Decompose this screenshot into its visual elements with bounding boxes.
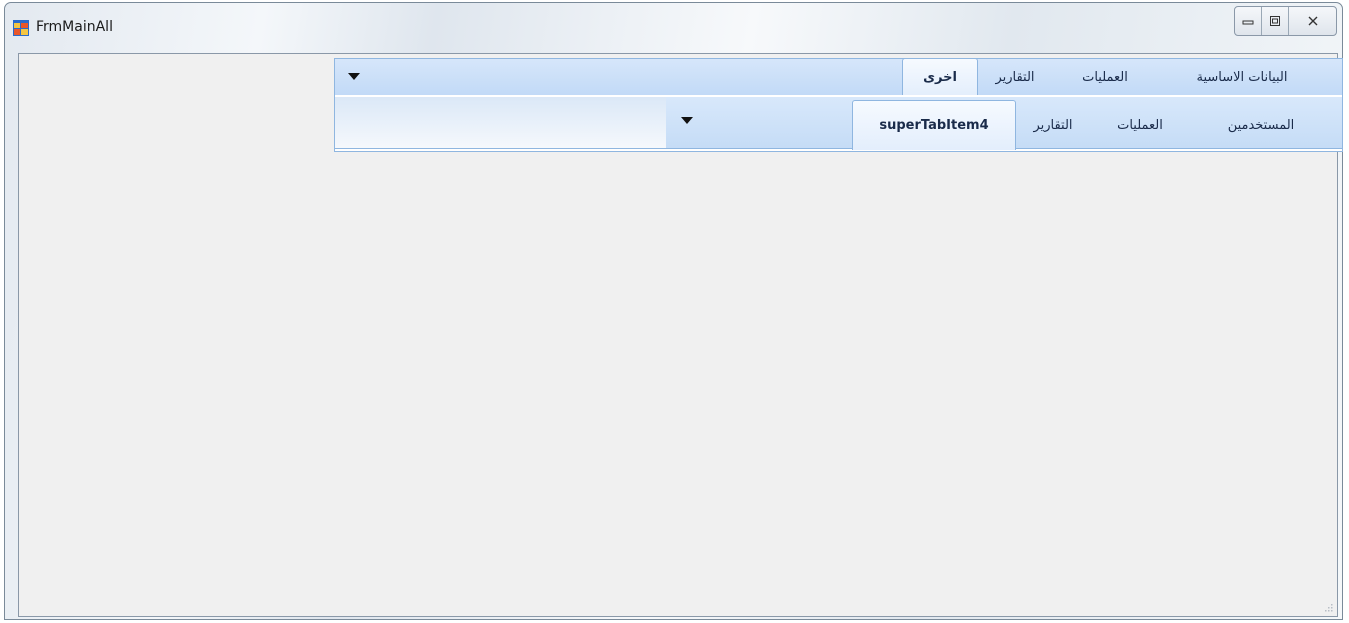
close-icon xyxy=(1308,16,1317,26)
maximize-icon xyxy=(1270,16,1280,26)
outer-tab-strip: اخرى التقارير العمليات البيانات الاساسية xyxy=(334,58,1343,96)
tab-supertabitem4[interactable]: superTabItem4 xyxy=(852,100,1016,150)
minimize-icon xyxy=(1242,20,1254,25)
minimize-button[interactable] xyxy=(1235,7,1262,35)
form-client-area: اخرى التقارير العمليات البيانات الاساسية… xyxy=(18,53,1343,617)
inner-tab-empty-pane xyxy=(335,97,666,148)
tab-inner-operations[interactable]: العمليات xyxy=(1098,105,1182,145)
tab-label: العمليات xyxy=(1082,69,1128,85)
main-window: FrmMainAll اخرى التقارير العمليات البيان… xyxy=(4,2,1343,620)
tab-label: التقارير xyxy=(995,69,1035,85)
tab-operations[interactable]: العمليات xyxy=(1065,59,1145,95)
outer-tab-panel: superTabItem4 التقارير العمليات المستخدم… xyxy=(334,95,1343,152)
tab-label: العمليات xyxy=(1117,117,1163,133)
tab-other[interactable]: اخرى xyxy=(902,58,978,96)
tab-users[interactable]: المستخدمين xyxy=(1201,105,1321,145)
tab-label: اخرى xyxy=(923,70,957,85)
resize-grip-icon[interactable] xyxy=(1323,602,1333,612)
dropdown-arrow-icon[interactable] xyxy=(348,73,360,80)
inner-tab-strip: superTabItem4 التقارير العمليات المستخدم… xyxy=(335,97,1342,150)
caption-buttons xyxy=(1234,6,1337,36)
tab-label: المستخدمين xyxy=(1227,117,1295,133)
tab-inner-reports[interactable]: التقارير xyxy=(1021,105,1085,145)
windows-form-icon xyxy=(13,20,29,36)
tab-label: superTabItem4 xyxy=(879,118,989,133)
dropdown-arrow-icon[interactable] xyxy=(681,117,693,124)
close-button[interactable] xyxy=(1289,7,1336,35)
maximize-button[interactable] xyxy=(1262,7,1289,35)
title-bar[interactable]: FrmMainAll xyxy=(5,3,1342,49)
tab-label: البيانات الاساسية xyxy=(1196,69,1288,85)
tab-label: التقارير xyxy=(1033,117,1073,133)
tab-reports[interactable]: التقارير xyxy=(982,59,1048,95)
tab-basic-data[interactable]: البيانات الاساسية xyxy=(1167,59,1317,95)
window-title: FrmMainAll xyxy=(36,19,113,35)
